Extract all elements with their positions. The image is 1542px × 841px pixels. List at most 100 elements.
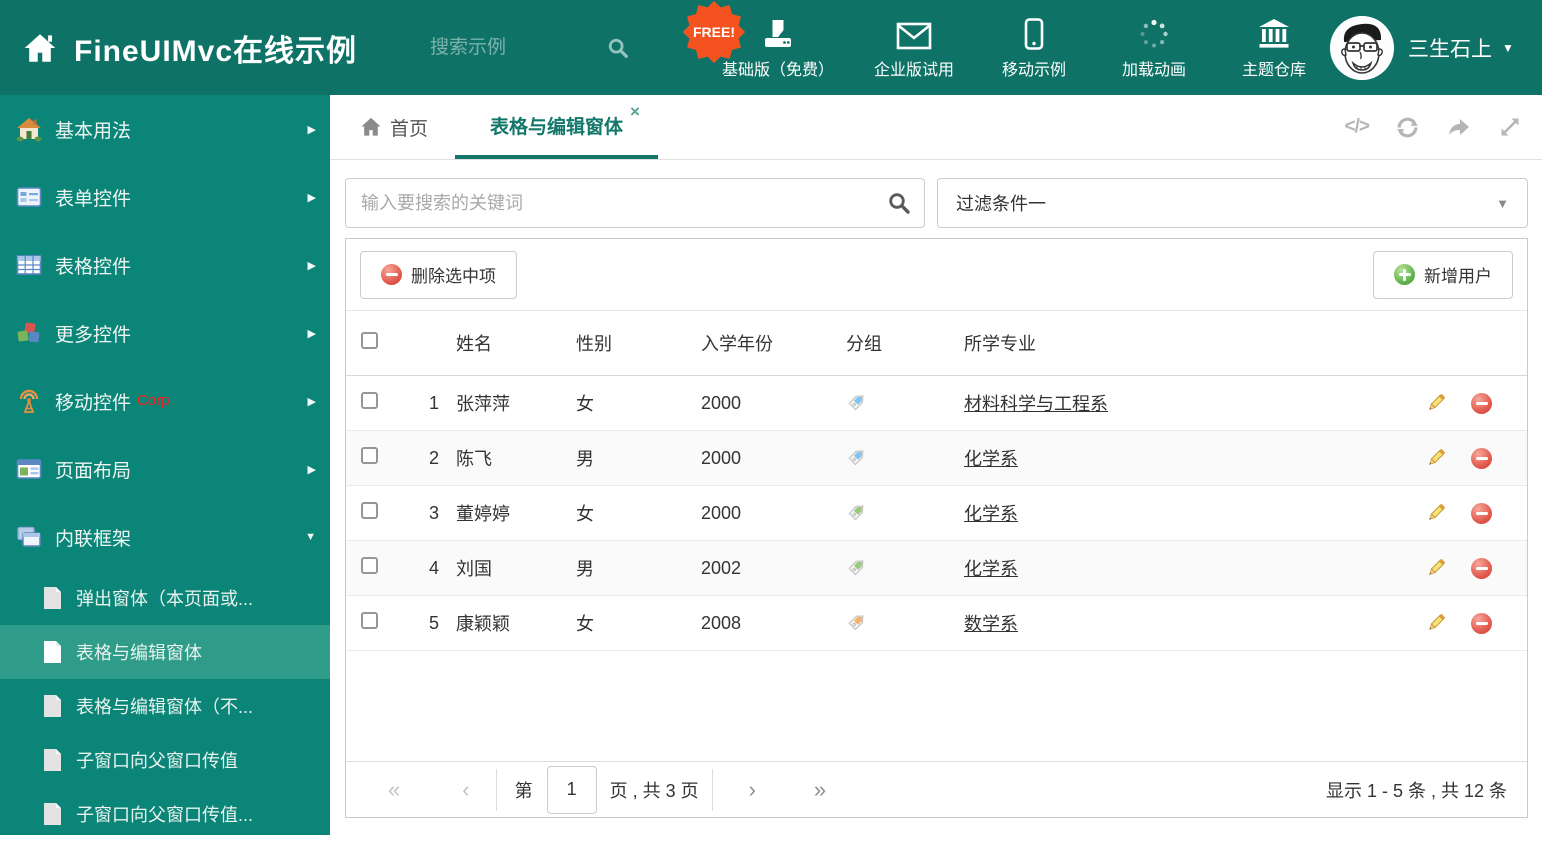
next-page-button[interactable]: › <box>749 778 756 801</box>
nav-enterprise-trial[interactable]: 企业版试用 <box>874 16 954 80</box>
file-icon <box>42 640 63 664</box>
home-icon <box>16 116 42 142</box>
row-checkbox[interactable] <box>361 557 378 574</box>
table-row: 1 张萍萍 女 2000 材料科学与工程系 <box>346 376 1527 431</box>
app-title: FineUIMvc在线示例 <box>74 34 358 68</box>
delete-icon[interactable] <box>1471 612 1527 634</box>
sidebar-subitem-grid-edit-window-2[interactable]: 表格与编辑窗体（不... <box>0 679 330 733</box>
sidebar-item-iframe[interactable]: 内联框架 ▼ <box>0 503 330 571</box>
first-page-button[interactable]: « <box>388 778 400 801</box>
layout-icon <box>16 456 42 482</box>
chevron-right-icon: ▶ <box>307 259 316 272</box>
major-link[interactable]: 化学系 <box>964 504 1018 524</box>
spinner-icon <box>1138 16 1170 50</box>
filter-dropdown[interactable]: 过滤条件一 ▼ <box>937 178 1528 228</box>
edit-icon[interactable] <box>1425 557 1471 579</box>
avatar <box>1330 15 1394 80</box>
col-header-major: 所学专业 <box>964 334 1036 354</box>
table-row: 3 董婷婷 女 2000 化学系 <box>346 486 1527 541</box>
refresh-icon[interactable] <box>1395 115 1420 140</box>
chevron-down-icon: ▼ <box>1496 195 1509 211</box>
edit-icon[interactable] <box>1425 612 1471 634</box>
prev-page-button[interactable]: ‹ <box>462 778 469 801</box>
sidebar-item-mobile-controls[interactable]: 移动控件 Corp. ▶ <box>0 367 330 435</box>
antenna-icon <box>16 388 42 414</box>
header-nav: 基础版（免费） 企业版试用 移动示例 加载动画 主题仓库 <box>722 0 1314 95</box>
table-icon <box>16 252 42 278</box>
nav-theme-store[interactable]: 主题仓库 <box>1234 16 1314 80</box>
major-link[interactable]: 材料科学与工程系 <box>964 394 1108 414</box>
major-link[interactable]: 化学系 <box>964 559 1018 579</box>
row-checkbox[interactable] <box>361 392 378 409</box>
table-row: 5 康颖颖 女 2008 数学系 <box>346 596 1527 651</box>
table-row: 2 陈飞 男 2000 化学系 <box>346 431 1527 486</box>
group-tag-icon <box>846 610 868 632</box>
sidebar-subitem-child-to-parent-2[interactable]: 子窗口向父窗口传值... <box>0 787 330 841</box>
chevron-down-icon: ▼ <box>1502 40 1514 55</box>
edit-icon[interactable] <box>1425 392 1471 414</box>
add-user-button[interactable]: 新增用户 <box>1373 250 1513 299</box>
col-header-year: 入学年份 <box>701 334 773 354</box>
delete-selected-button[interactable]: 删除选中项 <box>360 250 517 299</box>
major-link[interactable]: 数学系 <box>964 614 1018 634</box>
delete-icon[interactable] <box>1471 557 1527 579</box>
sidebar-subitem-grid-edit-window[interactable]: 表格与编辑窗体 <box>0 625 330 679</box>
tab-tools: </> <box>1345 95 1522 159</box>
record-summary: 显示 1 - 5 条 , 共 12 条 <box>1325 780 1507 801</box>
file-icon <box>42 694 63 718</box>
row-checkbox[interactable] <box>361 502 378 519</box>
sidebar-item-basic-usage[interactable]: 基本用法 ▶ <box>0 95 330 163</box>
chevron-right-icon: ▶ <box>307 463 316 476</box>
row-checkbox[interactable] <box>361 612 378 629</box>
delete-icon[interactable] <box>1471 502 1527 524</box>
delete-icon[interactable] <box>1471 447 1527 469</box>
select-all-checkbox[interactable] <box>361 332 378 349</box>
row-checkbox[interactable] <box>361 447 378 464</box>
form-icon <box>16 184 42 210</box>
home-icon <box>361 117 381 136</box>
home-icon[interactable] <box>22 30 58 66</box>
sidebar-item-form-controls[interactable]: 表单控件 ▶ <box>0 163 330 231</box>
edit-icon[interactable] <box>1425 502 1471 524</box>
sidebar-subitem-child-to-parent[interactable]: 子窗口向父窗口传值 <box>0 733 330 787</box>
file-icon <box>42 586 63 610</box>
header-search-input[interactable] <box>430 36 595 59</box>
nav-loading-animation[interactable]: 加载动画 <box>1114 16 1194 80</box>
close-icon[interactable]: × <box>630 103 640 120</box>
envelope-icon <box>896 16 932 50</box>
sidebar-item-page-layout[interactable]: 页面布局 ▶ <box>0 435 330 503</box>
chevron-right-icon: ▶ <box>307 327 316 340</box>
page-prefix: 第 <box>514 780 533 801</box>
app-header: FineUIMvc在线示例 FREE! 基础版（免费） <box>0 0 1542 95</box>
grid-toolbar: 删除选中项 新增用户 <box>346 239 1527 311</box>
sidebar-item-more-controls[interactable]: 更多控件 ▶ <box>0 299 330 367</box>
group-tag-icon <box>846 555 868 577</box>
edit-icon[interactable] <box>1425 447 1471 469</box>
chevron-down-icon: ▼ <box>305 531 316 543</box>
group-tag-icon <box>846 390 868 412</box>
tab-grid-edit-window[interactable]: 表格与编辑窗体 <box>455 95 658 159</box>
sidebar-item-grid-controls[interactable]: 表格控件 ▶ <box>0 231 330 299</box>
search-icon[interactable] <box>607 37 629 59</box>
page-number-input[interactable] <box>546 765 597 814</box>
search-input[interactable] <box>345 178 925 228</box>
chevron-right-icon: ▶ <box>307 123 316 136</box>
file-icon <box>42 748 63 772</box>
username: 三生石上 <box>1408 37 1492 61</box>
search-icon[interactable] <box>887 191 911 215</box>
last-page-button[interactable]: » <box>814 778 826 801</box>
user-menu[interactable]: 三生石上 ▼ <box>1330 0 1514 95</box>
table-header-row: 姓名 性别 入学年份 分组 所学专业 <box>346 311 1527 376</box>
free-badge: FREE! <box>682 0 746 64</box>
nav-mobile-demo[interactable]: 移动示例 <box>994 16 1074 80</box>
col-header-gender: 性别 <box>576 334 612 354</box>
table-row: 4 刘国 男 2002 化学系 <box>346 541 1527 596</box>
grid-panel: 删除选中项 新增用户 姓名 性别 入学年份 分组 所学专业 1 张萍萍 女 20… <box>345 238 1528 818</box>
sidebar-subitem-popup-window[interactable]: 弹出窗体（本页面或... <box>0 571 330 625</box>
view-source-icon[interactable]: </> <box>1345 116 1371 138</box>
fullscreen-icon[interactable] <box>1498 115 1522 139</box>
tab-home[interactable]: 首页 <box>360 95 428 159</box>
major-link[interactable]: 化学系 <box>964 449 1018 469</box>
delete-icon[interactable] <box>1471 392 1527 414</box>
share-icon[interactable] <box>1446 115 1472 139</box>
